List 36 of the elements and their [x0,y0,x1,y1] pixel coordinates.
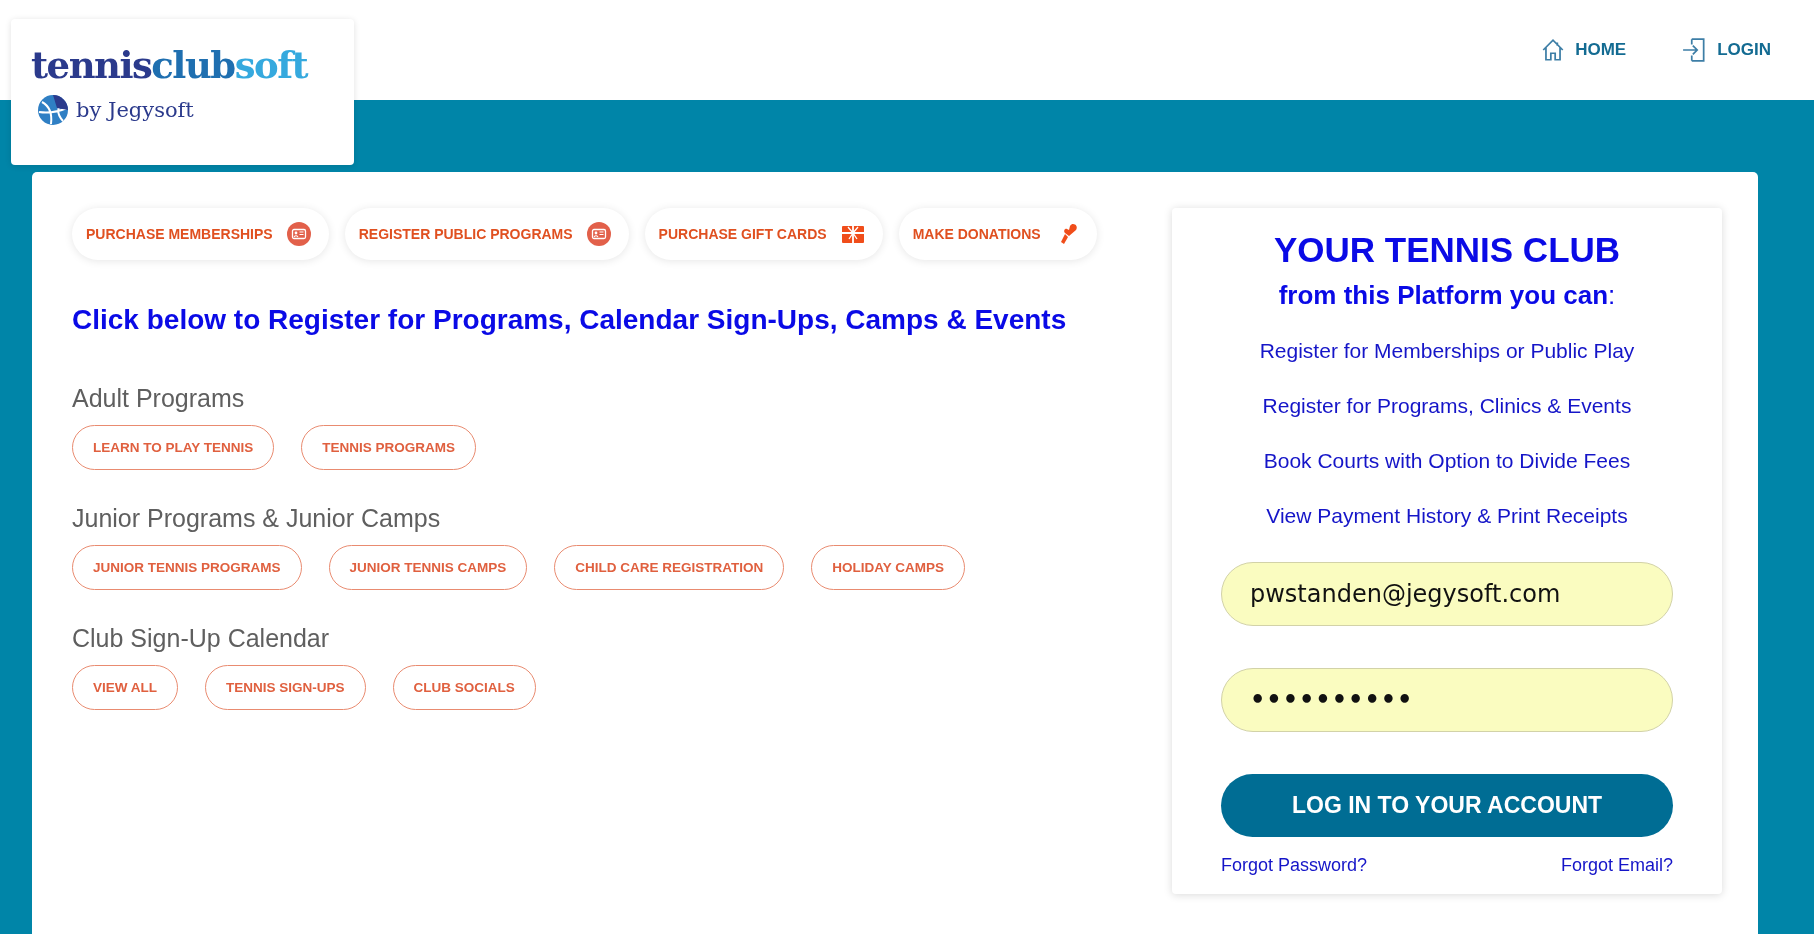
action-button[interactable]: REGISTER PUBLIC PROGRAMS [344,208,629,260]
feature-text: Book Courts with Option to Divide Fees [1263,449,1631,473]
program-button[interactable]: JUNIOR TENNIS PROGRAMS [72,545,302,590]
nav-link[interactable]: LOGIN [1682,37,1771,63]
program-button[interactable]: LEARN TO PLAY TENNIS [72,425,275,470]
section-title: Club Sign-Up Calendar [72,624,331,653]
program-button[interactable]: CLUB SOCIALS [392,665,536,710]
program-button[interactable]: HOLIDAY CAMPS [811,545,966,590]
panel-title: YOUR TENNIS CLUB [1273,230,1621,270]
action-button[interactable]: PURCHASE MEMBERSHIPS [72,208,329,260]
email-field[interactable]: pwstanden@jegysoft.com [1221,562,1673,626]
forgot-link[interactable]: Forgot Password? [1221,855,1368,876]
id-card-icon [586,222,611,246]
globe-icon [37,94,69,126]
logo-byline: by Jegysoft [76,98,194,122]
action-button[interactable]: PURCHASE GIFT CARDS [644,208,883,260]
section-title: Junior Programs & Junior Camps [72,504,442,533]
panel-subtitle: from this Platform you can: [1278,280,1616,311]
logo-card[interactable]: tennisclubsoft by Jegysoft [11,19,354,165]
page-heading: Click below to Register for Programs, Calendar Sign-Ups, Camps & Events [72,304,1068,336]
program-button[interactable]: VIEW ALL [72,665,178,710]
forgot-link[interactable]: Forgot Email? [1560,855,1673,876]
password-field[interactable]: •••••••••• [1221,668,1673,732]
nav-link[interactable]: HOME [1540,37,1627,63]
logo-wordmark: tennisclubsoft [31,47,308,84]
id-card-icon [286,222,311,246]
program-button[interactable]: JUNIOR TENNIS CAMPS [328,545,528,590]
program-button[interactable]: CHILD CARE REGISTRATION [554,545,785,590]
feature-text: View Payment History & Print Receipts [1266,504,1628,528]
login-button[interactable]: LOG IN TO YOUR ACCOUNT [1221,774,1673,837]
action-button[interactable]: MAKE DONATIONS [898,208,1097,260]
section-title: Adult Programs [72,384,246,413]
feature-text: Register for Programs, Clinics & Events [1262,394,1632,418]
program-button[interactable]: TENNIS SIGN-UPS [205,665,366,710]
program-button[interactable]: TENNIS PROGRAMS [301,425,477,470]
feature-text: Register for Memberships or Public Play [1259,339,1635,363]
